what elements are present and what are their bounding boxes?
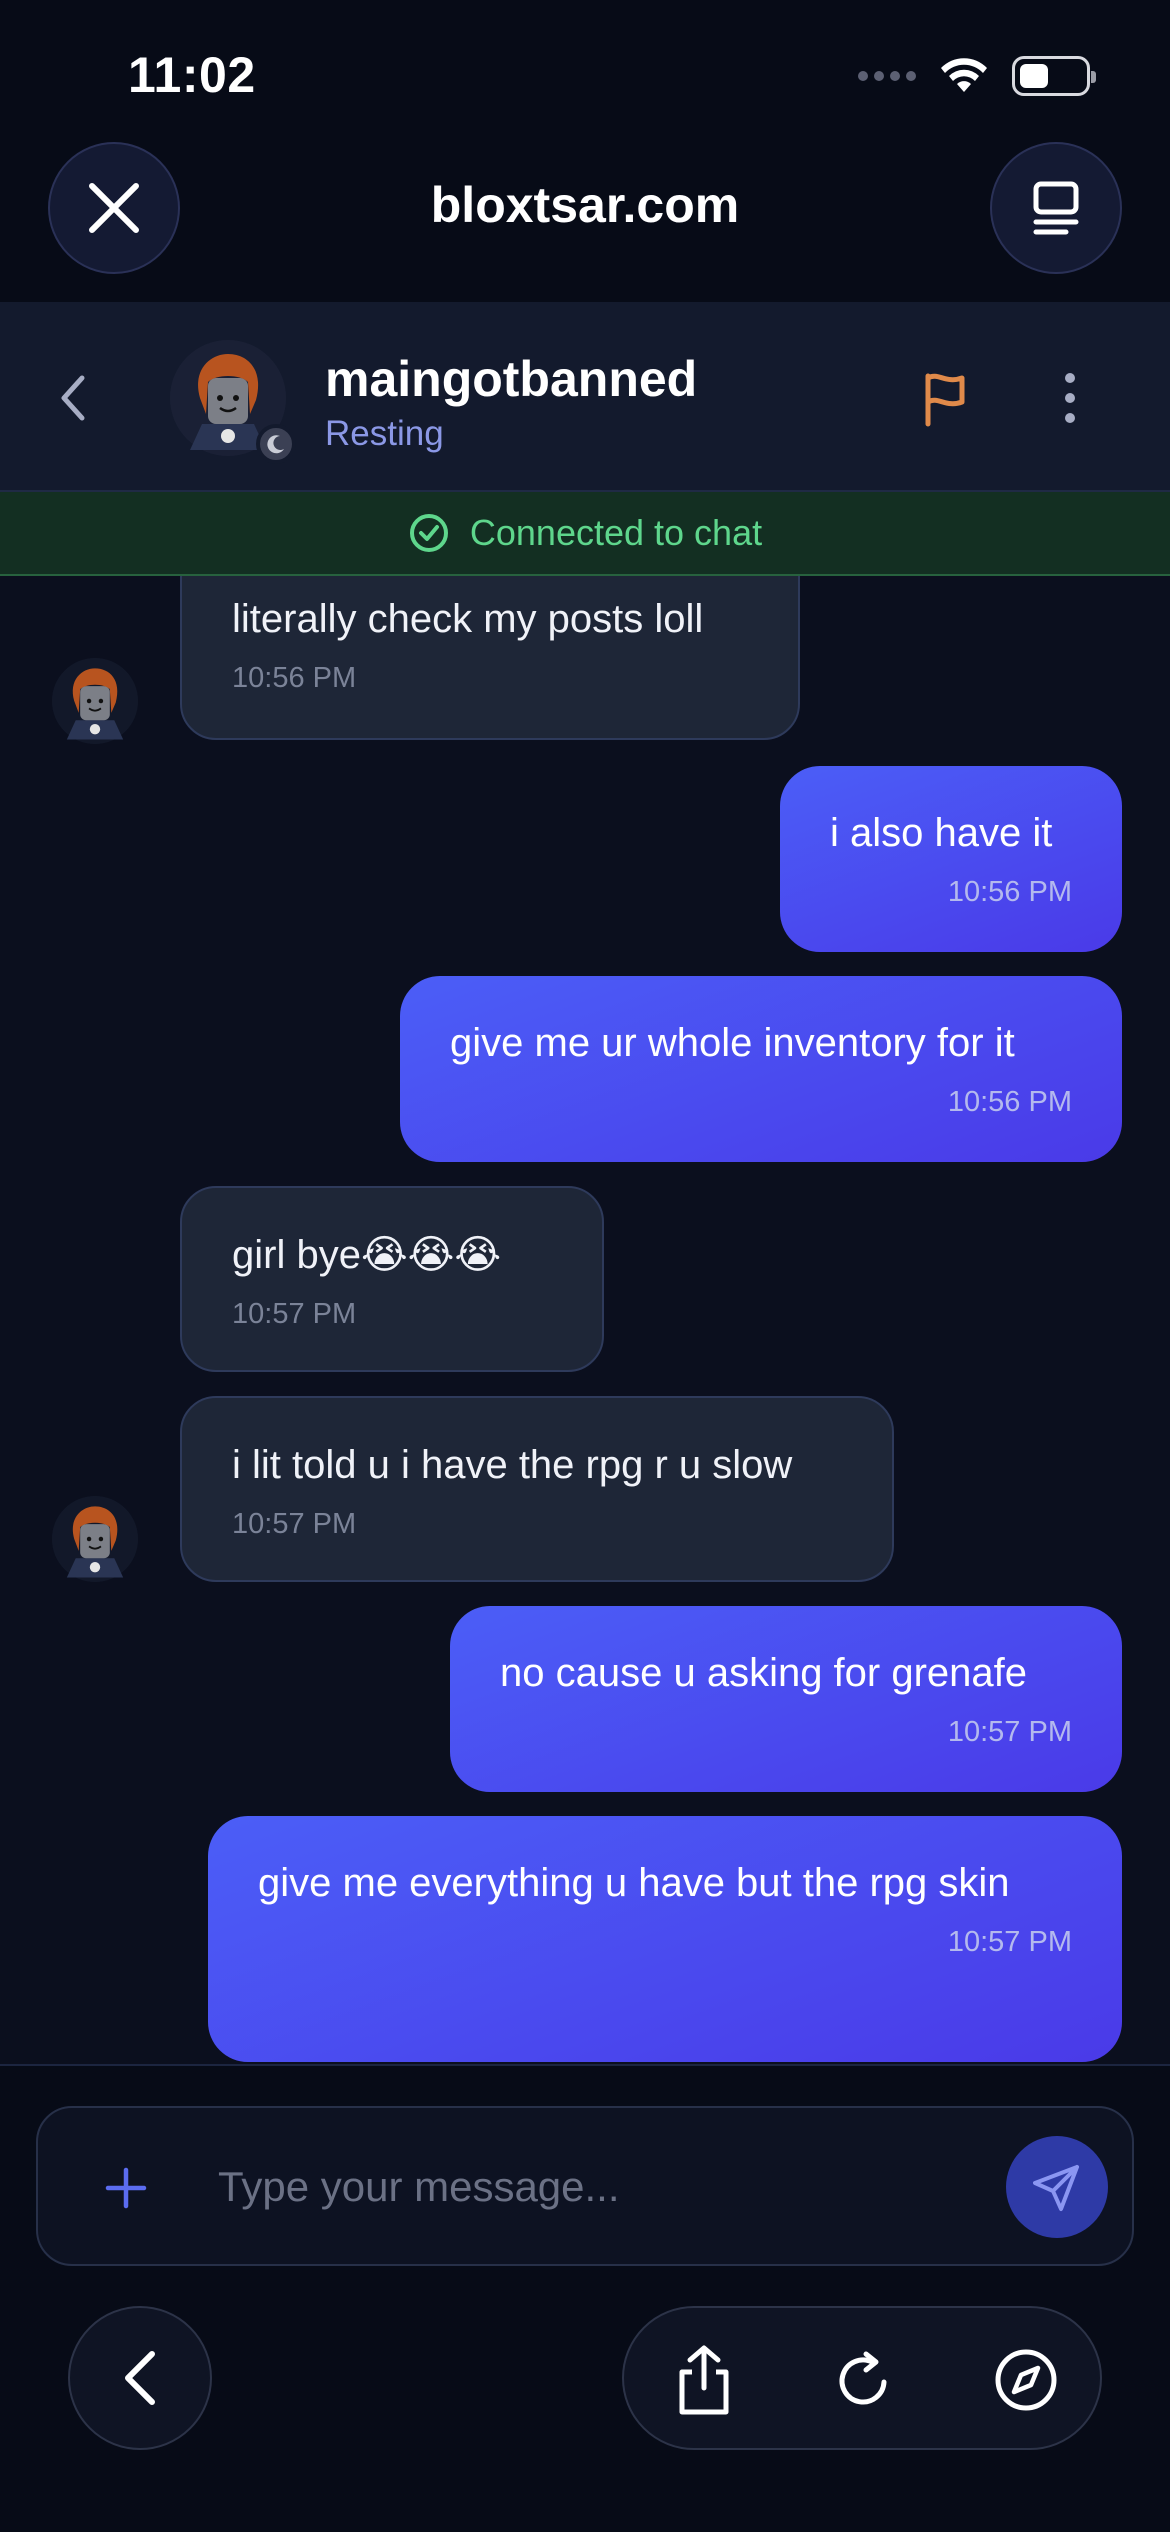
message-time: 10:57 PM <box>232 1298 357 1330</box>
message-text: i lit told u i have the rpg r u slow <box>232 1443 793 1487</box>
message-time: 10:56 PM <box>232 662 357 694</box>
message-bubble-received: literally check my posts loll 10:56 PM <box>180 576 800 740</box>
message-text: literally check my posts loll <box>232 597 704 641</box>
chat-header: maingotbanned Resting <box>0 302 1170 492</box>
composer-box <box>36 2106 1134 2266</box>
send-button[interactable] <box>1006 2136 1108 2238</box>
report-button[interactable] <box>916 368 976 428</box>
status-bar: 11:02 <box>0 0 1170 140</box>
sender-avatar[interactable] <box>52 658 138 744</box>
reload-button[interactable] <box>828 2344 900 2416</box>
message-bubble-received: i lit told u i have the rpg r u slow 10:… <box>180 1396 894 1582</box>
flag-icon <box>925 373 965 427</box>
message-time: 10:57 PM <box>947 1926 1072 1958</box>
moon-icon <box>267 435 284 454</box>
reload-icon <box>839 2351 887 2405</box>
avatar-image <box>52 1496 138 1582</box>
message-input[interactable] <box>218 2144 998 2230</box>
share-icon <box>679 2345 729 2415</box>
message-bubble-sent: no cause u asking for grenafe 10:57 PM <box>450 1606 1122 1792</box>
safari-button[interactable] <box>990 2344 1062 2416</box>
message-text: no cause u asking for grenafe <box>500 1651 1028 1695</box>
message-list[interactable]: literally check my posts loll 10:56 PM i… <box>0 576 1170 2066</box>
check-circle-icon <box>409 514 448 552</box>
plus-icon <box>105 2167 147 2209</box>
compass-icon <box>995 2349 1057 2411</box>
message-text: give me everything u have but the rpg sk… <box>258 1861 1010 1905</box>
message-bubble-sent: i also have it 10:56 PM <box>780 766 1122 952</box>
more-vertical-icon <box>1065 373 1075 383</box>
attach-button[interactable] <box>94 2156 158 2220</box>
battery-icon <box>1012 56 1096 96</box>
message-text: girl bye😭😭😭 <box>232 1233 502 1277</box>
message-time: 10:57 PM <box>947 1716 1072 1748</box>
sender-avatar[interactable] <box>52 1496 138 1582</box>
message-bubble-sent: give me ur whole inventory for it 10:56 … <box>400 976 1122 1162</box>
composer-area <box>0 2064 1170 2532</box>
chevron-left-icon <box>61 375 85 421</box>
chevron-left-icon <box>125 2351 155 2405</box>
message-time: 10:56 PM <box>947 1086 1072 1118</box>
connection-status-text: Connected to chat <box>469 512 763 553</box>
contact-name: maingotbanned <box>325 351 698 407</box>
tabs-icon <box>1033 181 1079 235</box>
connection-banner: Connected to chat <box>0 492 1170 576</box>
status-time: 11:02 <box>128 47 256 103</box>
browser-actions <box>622 2306 1102 2450</box>
message-bubble-received: girl bye😭😭😭 10:57 PM <box>180 1186 604 1372</box>
browser-back-button[interactable] <box>68 2306 212 2450</box>
more-options-button[interactable] <box>1050 368 1090 428</box>
message-bubble-sent: give me everything u have but the rpg sk… <box>208 1816 1122 2062</box>
send-icon <box>1033 2165 1079 2211</box>
status-indicators <box>858 56 1096 96</box>
resting-status-badge <box>256 424 296 464</box>
avatar-image <box>52 658 138 744</box>
tabs-button[interactable] <box>990 142 1122 274</box>
presence-status: Resting <box>325 414 444 453</box>
message-time: 10:56 PM <box>947 876 1072 908</box>
browser-top-bar: bloxtsar.com <box>0 140 1170 302</box>
cellular-signal-icon <box>858 71 916 81</box>
message-text: i also have it <box>830 811 1053 855</box>
message-time: 10:57 PM <box>232 1508 357 1540</box>
wifi-icon <box>941 58 987 92</box>
back-button[interactable] <box>48 368 98 428</box>
share-button[interactable] <box>668 2344 740 2416</box>
contact-avatar[interactable] <box>170 340 296 464</box>
message-text: give me ur whole inventory for it <box>450 1021 1015 1065</box>
